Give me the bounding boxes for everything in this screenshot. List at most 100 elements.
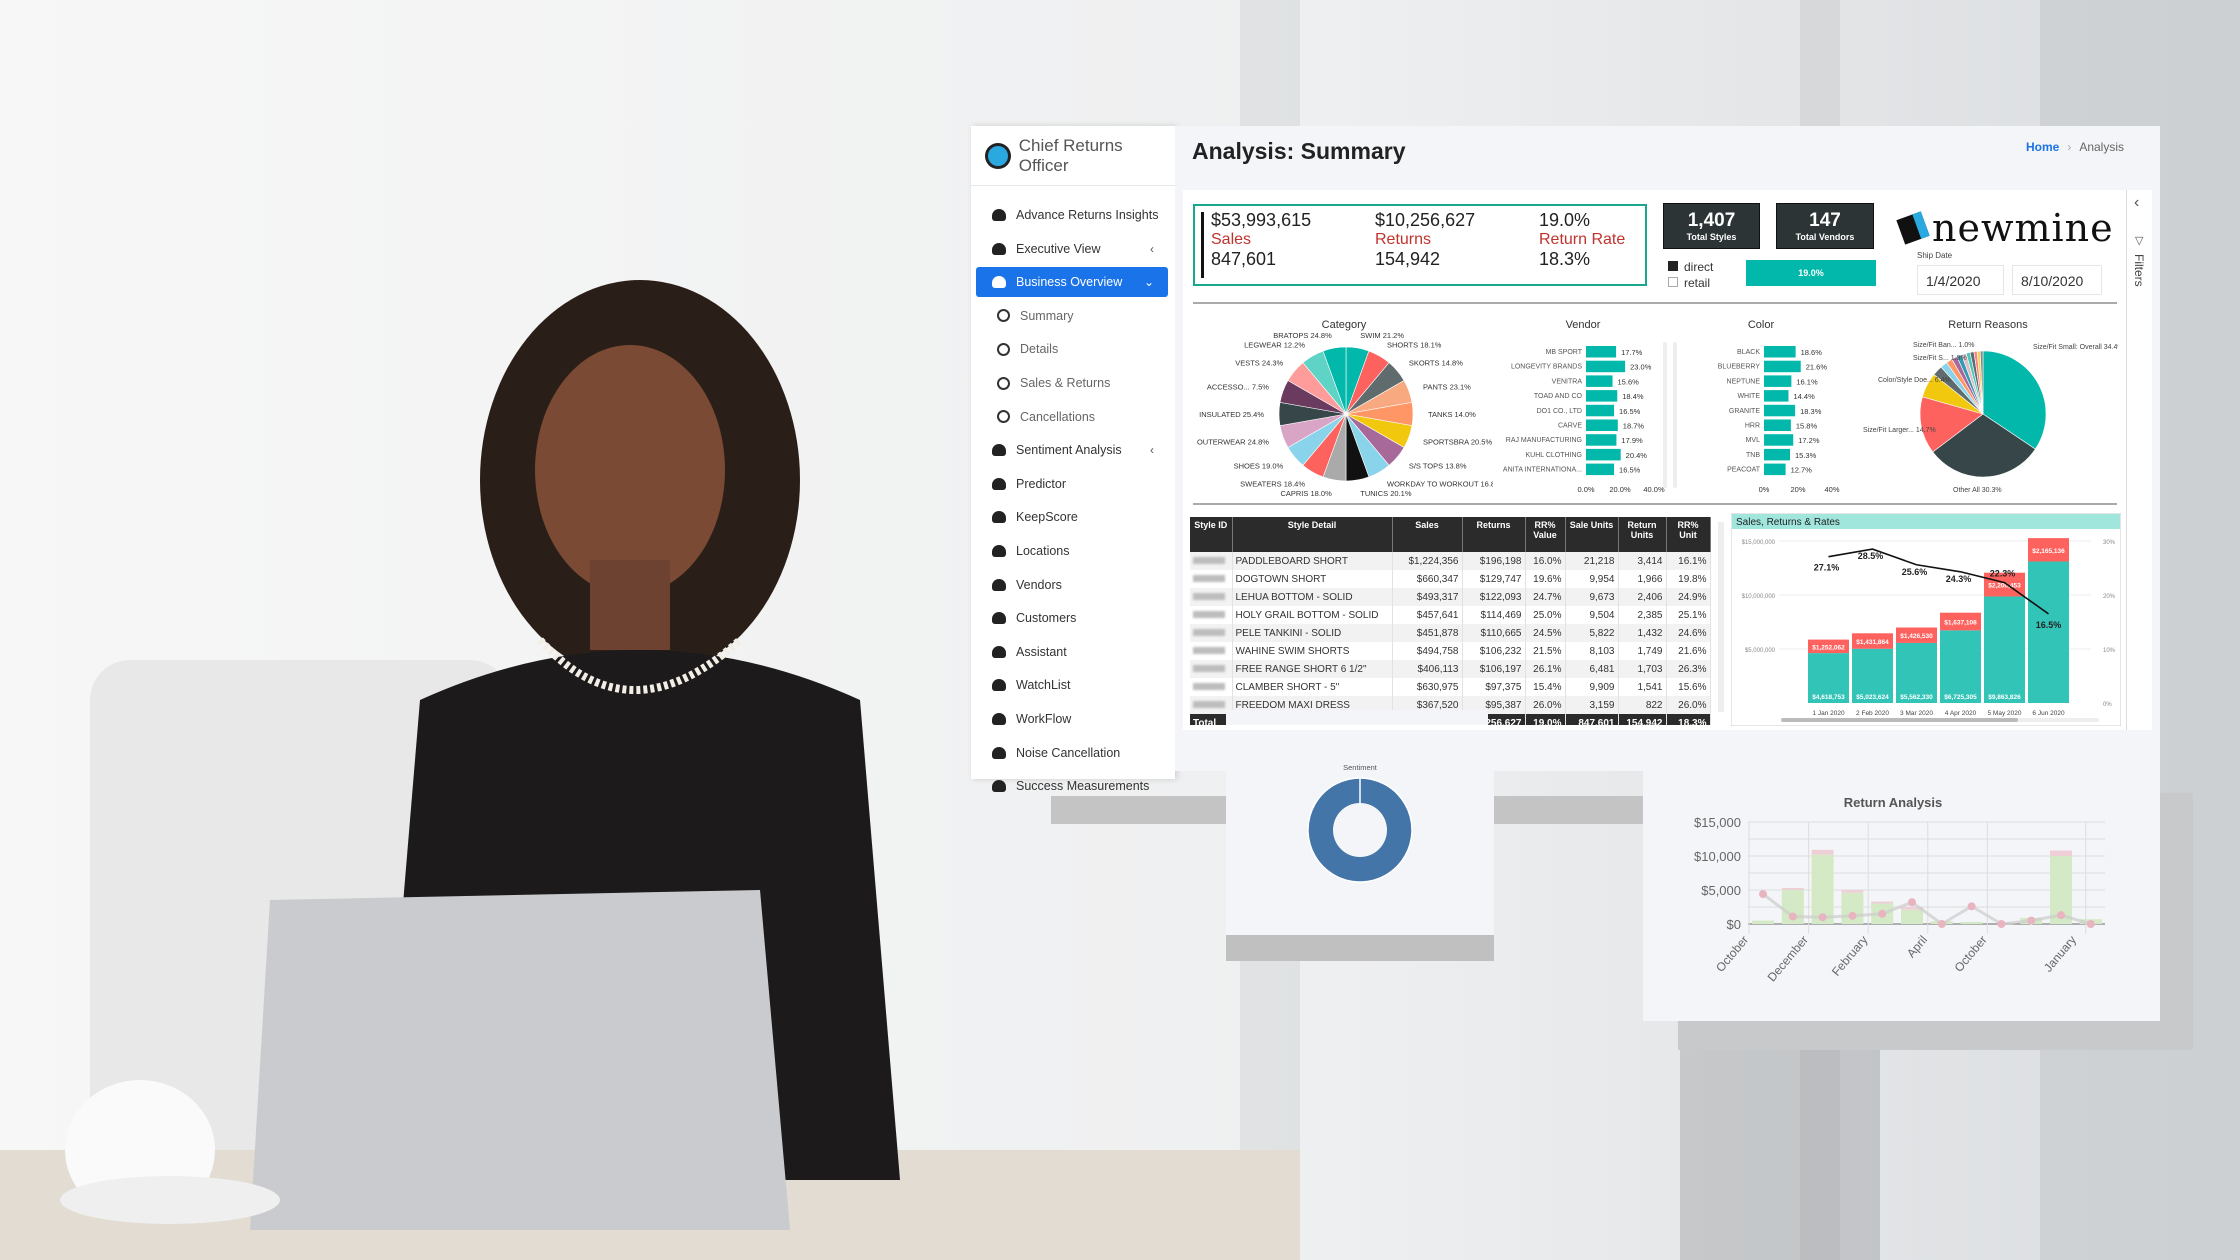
bar-value: 20.4% xyxy=(1626,451,1648,460)
table-row[interactable]: CLAMBER SHORT - 5" $630,975 $97,375 15.4% 9,… xyxy=(1190,678,1711,696)
sidebar-item-business-overview[interactable]: Business Overview ⌄ xyxy=(976,267,1168,298)
column-header[interactable]: RR% Unit xyxy=(1666,517,1711,552)
axis-tick: 0.0% xyxy=(1577,485,1594,494)
table-cell: 1,966 xyxy=(1618,570,1667,588)
option-retail[interactable]: retail xyxy=(1668,275,1713,291)
sidebar-item-workflow[interactable]: WorkFlow xyxy=(976,704,1168,734)
sidebar-item-cancellations[interactable]: Cancellations xyxy=(976,402,1168,432)
bar xyxy=(1764,419,1791,431)
table-row[interactable]: HOLY GRAIL BOTTOM - SOLID $457,641 $114,46… xyxy=(1190,606,1711,624)
sidebar-item-advance-returns-insights[interactable]: Advance Returns Insights xyxy=(976,200,1168,230)
y2-tick: 10% xyxy=(2103,648,2116,654)
table-cell: 15.6% xyxy=(1666,678,1711,696)
rate-label: 28.5% xyxy=(1858,551,1884,561)
option-direct[interactable]: direct xyxy=(1668,259,1713,275)
trend-point xyxy=(2027,916,2036,925)
sidebar-item-label: Vendors xyxy=(1016,577,1062,592)
ship-date-to[interactable]: 8/10/2020 xyxy=(2012,265,2102,295)
sidebar-item-sentiment-analysis[interactable]: Sentiment Analysis ‹ xyxy=(976,435,1168,465)
trend-point xyxy=(1937,920,1946,928)
table-row[interactable]: FREE RANGE SHORT 6 1/2" $406,113 $106,197 2… xyxy=(1190,660,1711,678)
newmine-wordmark: newmine xyxy=(1932,206,2114,250)
donut-hole xyxy=(1333,803,1387,857)
sidebar-item-vendors[interactable]: Vendors xyxy=(976,570,1168,600)
table-cell: 26.3% xyxy=(1666,660,1711,678)
sidebar-item-label: KeepScore xyxy=(1016,510,1078,525)
return-reasons-pie-chart: Return Reasons Size/Fit Small: Overall 34… xyxy=(1863,319,2118,494)
table-row[interactable]: DOGTOWN SHORT $660,347 $129,747 19.6% 9,954 1… xyxy=(1190,570,1711,588)
table-cell: 1,432 xyxy=(1618,624,1667,642)
checkbox-unchecked[interactable] xyxy=(1668,277,1678,287)
table-cell: 25.1% xyxy=(1666,606,1711,624)
column-header[interactable]: Sales xyxy=(1392,517,1463,552)
sidebar-item-watchlist[interactable]: WatchList xyxy=(976,670,1168,700)
trend-point xyxy=(1908,898,1916,907)
slice-label: VESTS 24.3% xyxy=(1235,359,1283,368)
column-header[interactable]: Returns xyxy=(1462,517,1526,552)
option-label: direct xyxy=(1684,260,1714,274)
breadcrumb-home[interactable]: Home xyxy=(2026,140,2059,154)
collapse-chevron-icon[interactable]: ‹ xyxy=(2134,194,2139,212)
x-tick: 4 Apr 2020 xyxy=(1945,710,1977,717)
style-id-redacted xyxy=(1190,642,1233,660)
table-cell: 24.5% xyxy=(1525,624,1566,642)
scrollbar xyxy=(1663,342,1667,488)
column-header[interactable]: Style ID xyxy=(1190,517,1233,552)
sidebar-item-locations[interactable]: Locations xyxy=(976,536,1168,566)
chart-title: Return Analysis xyxy=(1844,795,1943,810)
filters-pane[interactable]: ‹ ▽ Filters xyxy=(2126,190,2152,730)
sidebar-item-predictor[interactable]: Predictor xyxy=(976,469,1168,499)
chevron-icon[interactable]: ⌄ xyxy=(1144,275,1154,289)
eye-slash-icon xyxy=(992,679,1006,692)
table-row[interactable]: WAHINE SWIM SHORTS $494,758 $106,232 21.5% 8… xyxy=(1190,642,1711,660)
bar-label: MVL xyxy=(1746,437,1761,444)
table-cell: 19.6% xyxy=(1525,570,1566,588)
column-header[interactable]: Return Units xyxy=(1618,517,1667,552)
dashboard-icon xyxy=(992,511,1006,524)
table-cell: 1,703 xyxy=(1618,660,1667,678)
slice-label: INSULATED 25.4% xyxy=(1199,410,1264,419)
return-rate-units: 18.3% xyxy=(1539,249,1591,269)
table-row[interactable]: LEHUA BOTTOM - SOLID $493,317 $122,093 24.7… xyxy=(1190,588,1711,606)
sidebar-item-executive-view[interactable]: Executive View ‹ xyxy=(976,234,1168,264)
bar-value: 18.4% xyxy=(1622,392,1644,401)
bar-label: TNB xyxy=(1746,452,1760,459)
rate-label: 24.3% xyxy=(1946,574,1972,584)
sidebar-item-sales-returns[interactable]: Sales & Returns xyxy=(976,368,1168,398)
table-cell: $110,665 xyxy=(1462,624,1526,642)
ship-date-label: Ship Date xyxy=(1917,251,1953,260)
sidebar-item-assistant[interactable]: Assistant xyxy=(976,637,1168,667)
ship-date-from[interactable]: 1/4/2020 xyxy=(1917,265,2004,295)
table-cell: 21.5% xyxy=(1525,642,1566,660)
table-cell: $106,197 xyxy=(1462,660,1526,678)
bar-value: 15.6% xyxy=(1618,377,1640,386)
column-header[interactable]: Style Detail xyxy=(1232,517,1393,552)
table-row[interactable]: PELE TANKINI - SOLID $451,878 $110,665 24.5… xyxy=(1190,624,1711,642)
scrollbar xyxy=(1673,342,1677,488)
table-cell: 9,673 xyxy=(1565,588,1619,606)
trend-point xyxy=(1878,909,1887,918)
sidebar-item-customers[interactable]: Customers xyxy=(976,603,1168,633)
chevron-icon[interactable]: ‹ xyxy=(1150,443,1154,457)
table-row[interactable]: PADDLEBOARD SHORT $1,224,356 $196,198 16.0%… xyxy=(1190,552,1711,570)
table-cell: 19.8% xyxy=(1666,570,1711,588)
bar xyxy=(1586,390,1618,402)
table-scrollbar[interactable] xyxy=(1718,522,1724,712)
checkbox-checked[interactable] xyxy=(1668,261,1678,271)
column-header[interactable]: Sale Units xyxy=(1565,517,1619,552)
table-cell: 21,218 xyxy=(1565,552,1619,570)
chevron-icon[interactable]: ‹ xyxy=(1150,242,1154,256)
brand[interactable]: Chief Returns Officer xyxy=(971,126,1175,186)
column-header[interactable]: RR% Value xyxy=(1525,517,1566,552)
table-cell: $97,375 xyxy=(1462,678,1526,696)
sidebar-item-noise-cancellation[interactable]: Noise Cancellation xyxy=(976,738,1168,768)
sidebar-item-details[interactable]: Details xyxy=(976,334,1168,364)
sidebar-item-keepscore[interactable]: KeepScore xyxy=(976,502,1168,532)
table-cell: 24.6% xyxy=(1666,624,1711,642)
slice-label: SPORTSBRA 20.5% xyxy=(1423,437,1492,446)
slice-label: LEGWEAR 12.2% xyxy=(1244,341,1305,350)
returns-label: $1,252,062 xyxy=(1812,644,1845,651)
sidebar-item-summary[interactable]: Summary xyxy=(976,301,1168,331)
x-tick: February xyxy=(1829,933,1871,979)
circle-icon xyxy=(997,376,1010,390)
